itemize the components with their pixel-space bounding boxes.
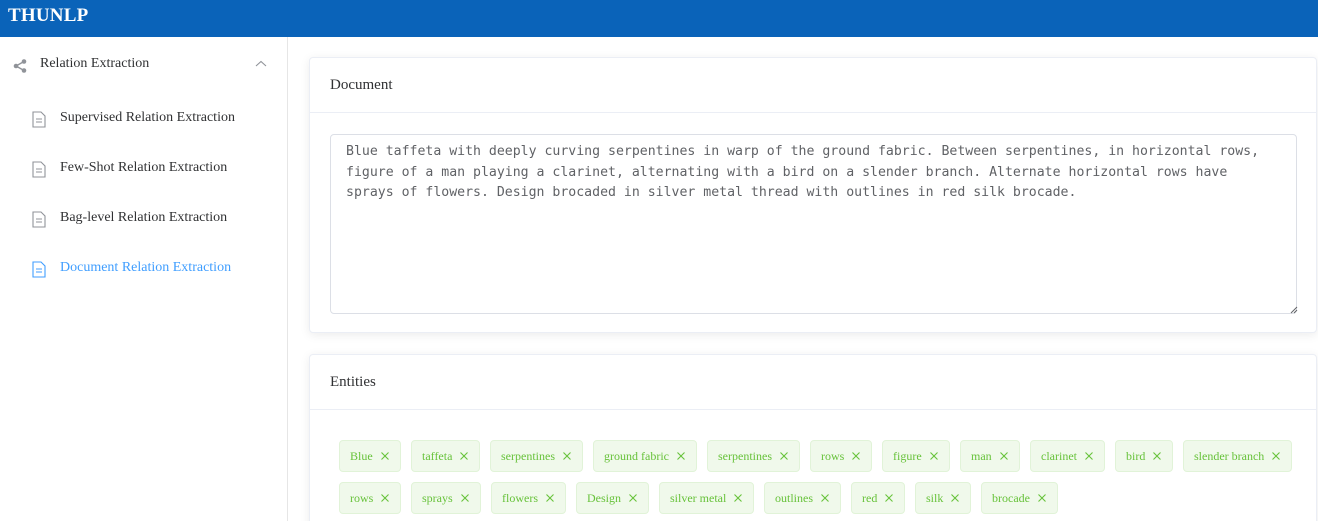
entity-tag-label: serpentines xyxy=(718,448,772,463)
entity-tag[interactable]: rows xyxy=(339,482,402,514)
entity-tag-label: sprays xyxy=(422,490,453,505)
entity-tag[interactable]: slender branch xyxy=(1183,440,1293,472)
entity-tag[interactable]: clarinet xyxy=(1030,440,1105,472)
entity-tag[interactable]: taffeta xyxy=(411,440,481,472)
entity-tag-label: outlines xyxy=(775,490,813,505)
sidebar-item-bag-level[interactable]: Bag-level Relation Extraction xyxy=(0,201,287,237)
close-icon[interactable] xyxy=(950,493,960,503)
entity-tag[interactable]: red xyxy=(851,482,906,514)
entity-tag[interactable]: Blue xyxy=(339,440,401,472)
document-textarea[interactable]: Blue taffeta with deeply curving serpent… xyxy=(330,134,1297,314)
close-icon[interactable] xyxy=(545,493,555,503)
entity-tag[interactable]: figure xyxy=(882,440,950,472)
close-icon[interactable] xyxy=(459,451,469,461)
entity-tag-label: brocade xyxy=(992,490,1030,505)
sidebar-item-label: Supervised Relation Extraction xyxy=(60,110,235,125)
submenu-label: Relation Extraction xyxy=(40,56,150,71)
sidebar-item-supervised[interactable]: Supervised Relation Extraction xyxy=(0,101,287,137)
close-icon[interactable] xyxy=(1271,451,1281,461)
chevron-up-icon xyxy=(255,60,267,67)
entity-tag[interactable]: serpentines xyxy=(707,440,800,472)
document-card: Document Blue taffeta with deeply curvin… xyxy=(309,57,1317,333)
entity-tag-label: rows xyxy=(350,490,374,505)
close-icon[interactable] xyxy=(562,451,572,461)
document-icon xyxy=(32,261,46,278)
submenu-relation-extraction[interactable]: Relation Extraction xyxy=(0,47,287,83)
close-icon[interactable] xyxy=(676,451,686,461)
app-header: THUNLP xyxy=(0,0,1318,37)
document-icon xyxy=(32,111,46,128)
entity-tag[interactable]: brocade xyxy=(981,482,1058,514)
document-icon xyxy=(32,161,46,178)
entity-tag-label: flowers xyxy=(502,490,538,505)
entity-tag[interactable]: outlines xyxy=(764,482,841,514)
close-icon[interactable] xyxy=(380,493,390,503)
entity-tag[interactable]: rows xyxy=(810,440,873,472)
entity-tag-label: Blue xyxy=(350,448,373,463)
entity-tag[interactable]: man xyxy=(960,440,1020,472)
entity-tag[interactable]: silk xyxy=(915,482,972,514)
close-icon[interactable] xyxy=(820,493,830,503)
close-icon[interactable] xyxy=(1084,451,1094,461)
sidebar-item-label: Few-Shot Relation Extraction xyxy=(60,160,228,175)
close-icon[interactable] xyxy=(1152,451,1162,461)
entity-tag[interactable]: sprays xyxy=(411,482,481,514)
entity-tag[interactable]: bird xyxy=(1115,440,1174,472)
close-icon[interactable] xyxy=(884,493,894,503)
close-icon[interactable] xyxy=(1037,493,1047,503)
sidebar: Relation Extraction Supervised Relation … xyxy=(0,37,288,521)
close-icon[interactable] xyxy=(929,451,939,461)
entity-tag-label: taffeta xyxy=(422,448,453,463)
close-icon[interactable] xyxy=(733,493,743,503)
entity-tag-label: serpentines xyxy=(501,448,555,463)
entity-tag-label: figure xyxy=(893,448,922,463)
entity-tag-label: silk xyxy=(926,490,944,505)
entity-tag-label: slender branch xyxy=(1194,448,1265,463)
entity-tag-label: man xyxy=(971,448,992,463)
entity-tag-label: silver metal xyxy=(670,490,727,505)
entity-tag-label: Design xyxy=(587,490,621,505)
entity-tag[interactable]: Design xyxy=(576,482,649,514)
resize-handle-icon[interactable] xyxy=(1290,306,1298,314)
sidebar-item-few-shot[interactable]: Few-Shot Relation Extraction xyxy=(0,151,287,187)
close-icon[interactable] xyxy=(628,493,638,503)
close-icon[interactable] xyxy=(380,451,390,461)
entity-tag[interactable]: flowers xyxy=(491,482,566,514)
entity-tag-label: rows xyxy=(821,448,845,463)
app-title: THUNLP xyxy=(8,5,89,26)
close-icon[interactable] xyxy=(851,451,861,461)
sidebar-item-label: Bag-level Relation Extraction xyxy=(60,210,228,225)
entities-card-title: Entities xyxy=(310,355,1316,410)
entities-card: Entities Blue taffeta serpentines ground fa… xyxy=(309,354,1317,521)
share-icon xyxy=(13,59,27,73)
sidebar-item-label: Document Relation Extraction xyxy=(60,260,232,275)
close-icon[interactable] xyxy=(460,493,470,503)
entity-tag[interactable]: serpentines xyxy=(490,440,583,472)
entity-tag[interactable]: ground fabric xyxy=(593,440,697,472)
close-icon[interactable] xyxy=(779,451,789,461)
entity-tag-label: ground fabric xyxy=(604,448,669,463)
entity-tag[interactable]: silver metal xyxy=(659,482,755,514)
close-icon[interactable] xyxy=(999,451,1009,461)
sidebar-item-document[interactable]: Document Relation Extraction xyxy=(0,251,287,287)
document-icon xyxy=(32,211,46,228)
entity-tag-label: clarinet xyxy=(1041,448,1077,463)
entity-tag-label: red xyxy=(862,490,878,505)
entity-tag-label: bird xyxy=(1126,448,1146,463)
document-card-title: Document xyxy=(310,58,1316,113)
